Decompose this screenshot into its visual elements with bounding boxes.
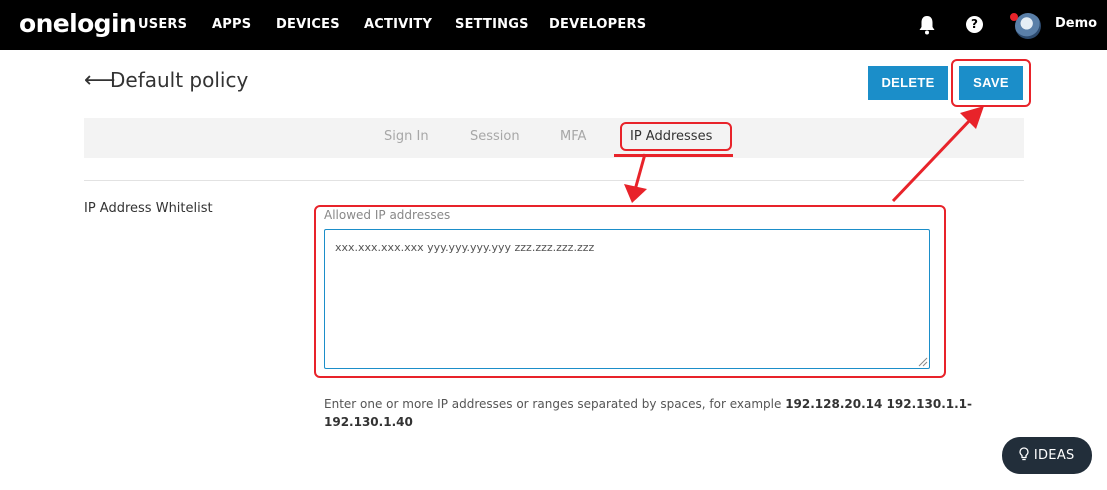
nav-item-users[interactable]: USERS xyxy=(138,17,187,32)
arrow-to-field xyxy=(624,153,647,203)
help-icon[interactable]: ? xyxy=(966,16,983,33)
nav-item-activity[interactable]: ACTIVITY xyxy=(364,17,432,32)
help-text: Enter one or more IP addresses or ranges… xyxy=(324,395,984,431)
avatar[interactable] xyxy=(1015,13,1041,39)
lightbulb-icon xyxy=(1019,447,1030,461)
delete-button[interactable]: DELETE xyxy=(868,66,948,100)
save-highlight-box xyxy=(951,59,1031,107)
tab-highlight-box xyxy=(620,122,732,151)
policy-tab-bar xyxy=(84,118,1024,158)
active-tab-underline xyxy=(614,154,733,157)
ideas-label: IDEAS xyxy=(1033,448,1075,463)
nav-item-settings[interactable]: SETTINGS xyxy=(455,17,529,32)
section-divider xyxy=(84,180,1024,181)
section-label: IP Address Whitelist xyxy=(84,201,213,216)
nav-item-developers[interactable]: DEVELOPERS xyxy=(549,17,646,32)
notification-dot xyxy=(1010,13,1018,21)
nav-item-devices[interactable]: DEVICES xyxy=(276,17,340,32)
bell-icon[interactable] xyxy=(918,15,936,35)
ideas-button[interactable]: IDEAS xyxy=(1002,437,1092,474)
user-name[interactable]: Demo xyxy=(1055,16,1097,31)
top-navigation: onelogin USERS APPS DEVICES ACTIVITY SET… xyxy=(0,0,1107,50)
tab-mfa[interactable]: MFA xyxy=(560,129,586,144)
onelogin-logo[interactable]: onelogin xyxy=(19,9,137,38)
nav-item-apps[interactable]: APPS xyxy=(212,17,251,32)
tab-session[interactable]: Session xyxy=(470,129,520,144)
tab-sign-in[interactable]: Sign In xyxy=(384,129,429,144)
page-title: Default policy xyxy=(110,68,249,92)
help-text-prefix: Enter one or more IP addresses or ranges… xyxy=(324,397,786,411)
field-highlight-box xyxy=(314,205,946,378)
